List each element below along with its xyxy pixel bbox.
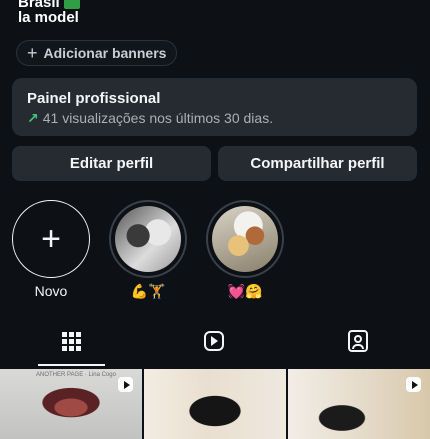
share-profile-button[interactable]: Compartilhar perfil <box>218 146 417 181</box>
dashboard-stats-text: 41 visualizações nos últimos 30 dias. <box>42 110 274 126</box>
highlight-1[interactable] <box>109 200 187 278</box>
highlight-1-cover <box>115 206 181 272</box>
post-1[interactable]: ANOTHER PAGE · Lina Cogo <box>0 369 142 439</box>
grid-icon <box>62 331 81 351</box>
flag-icon <box>63 0 80 10</box>
add-banners-button[interactable]: + Adicionar banners <box>16 40 178 66</box>
post-2[interactable] <box>144 369 286 439</box>
edit-profile-button[interactable]: Editar perfil <box>12 146 211 181</box>
highlight-1-label: 💪🏋 <box>130 283 166 299</box>
professional-dashboard[interactable]: Painel profissional ↗ 41 visualizações no… <box>12 78 417 136</box>
reel-badge-icon <box>406 377 421 392</box>
active-tab-indicator <box>38 364 105 366</box>
add-banners-label: Adicionar banners <box>43 45 167 61</box>
dashboard-stats: ↗ 41 visualizações nos últimos 30 dias. <box>27 110 273 127</box>
new-highlight-label: Novo <box>34 283 68 299</box>
post-3[interactable] <box>288 369 430 439</box>
tab-tagged[interactable] <box>324 326 391 356</box>
highlight-2[interactable] <box>206 200 284 278</box>
bio-line: la model <box>18 9 79 26</box>
tab-grid[interactable] <box>38 326 105 356</box>
highlight-2-cover <box>212 206 278 272</box>
reel-badge-icon <box>118 377 133 392</box>
highlight-2-label: 💓🤗 <box>227 283 263 299</box>
plus-icon: + <box>27 43 38 63</box>
plus-icon: + <box>41 220 61 258</box>
tab-reels[interactable] <box>180 326 247 356</box>
reels-icon <box>203 331 224 351</box>
new-highlight-button[interactable]: + <box>12 200 90 278</box>
tagged-icon <box>347 330 368 352</box>
post-watermark: ANOTHER PAGE · Lina Cogo <box>36 372 116 378</box>
trend-up-icon: ↗ <box>27 110 39 126</box>
dashboard-title: Painel profissional <box>27 90 161 107</box>
